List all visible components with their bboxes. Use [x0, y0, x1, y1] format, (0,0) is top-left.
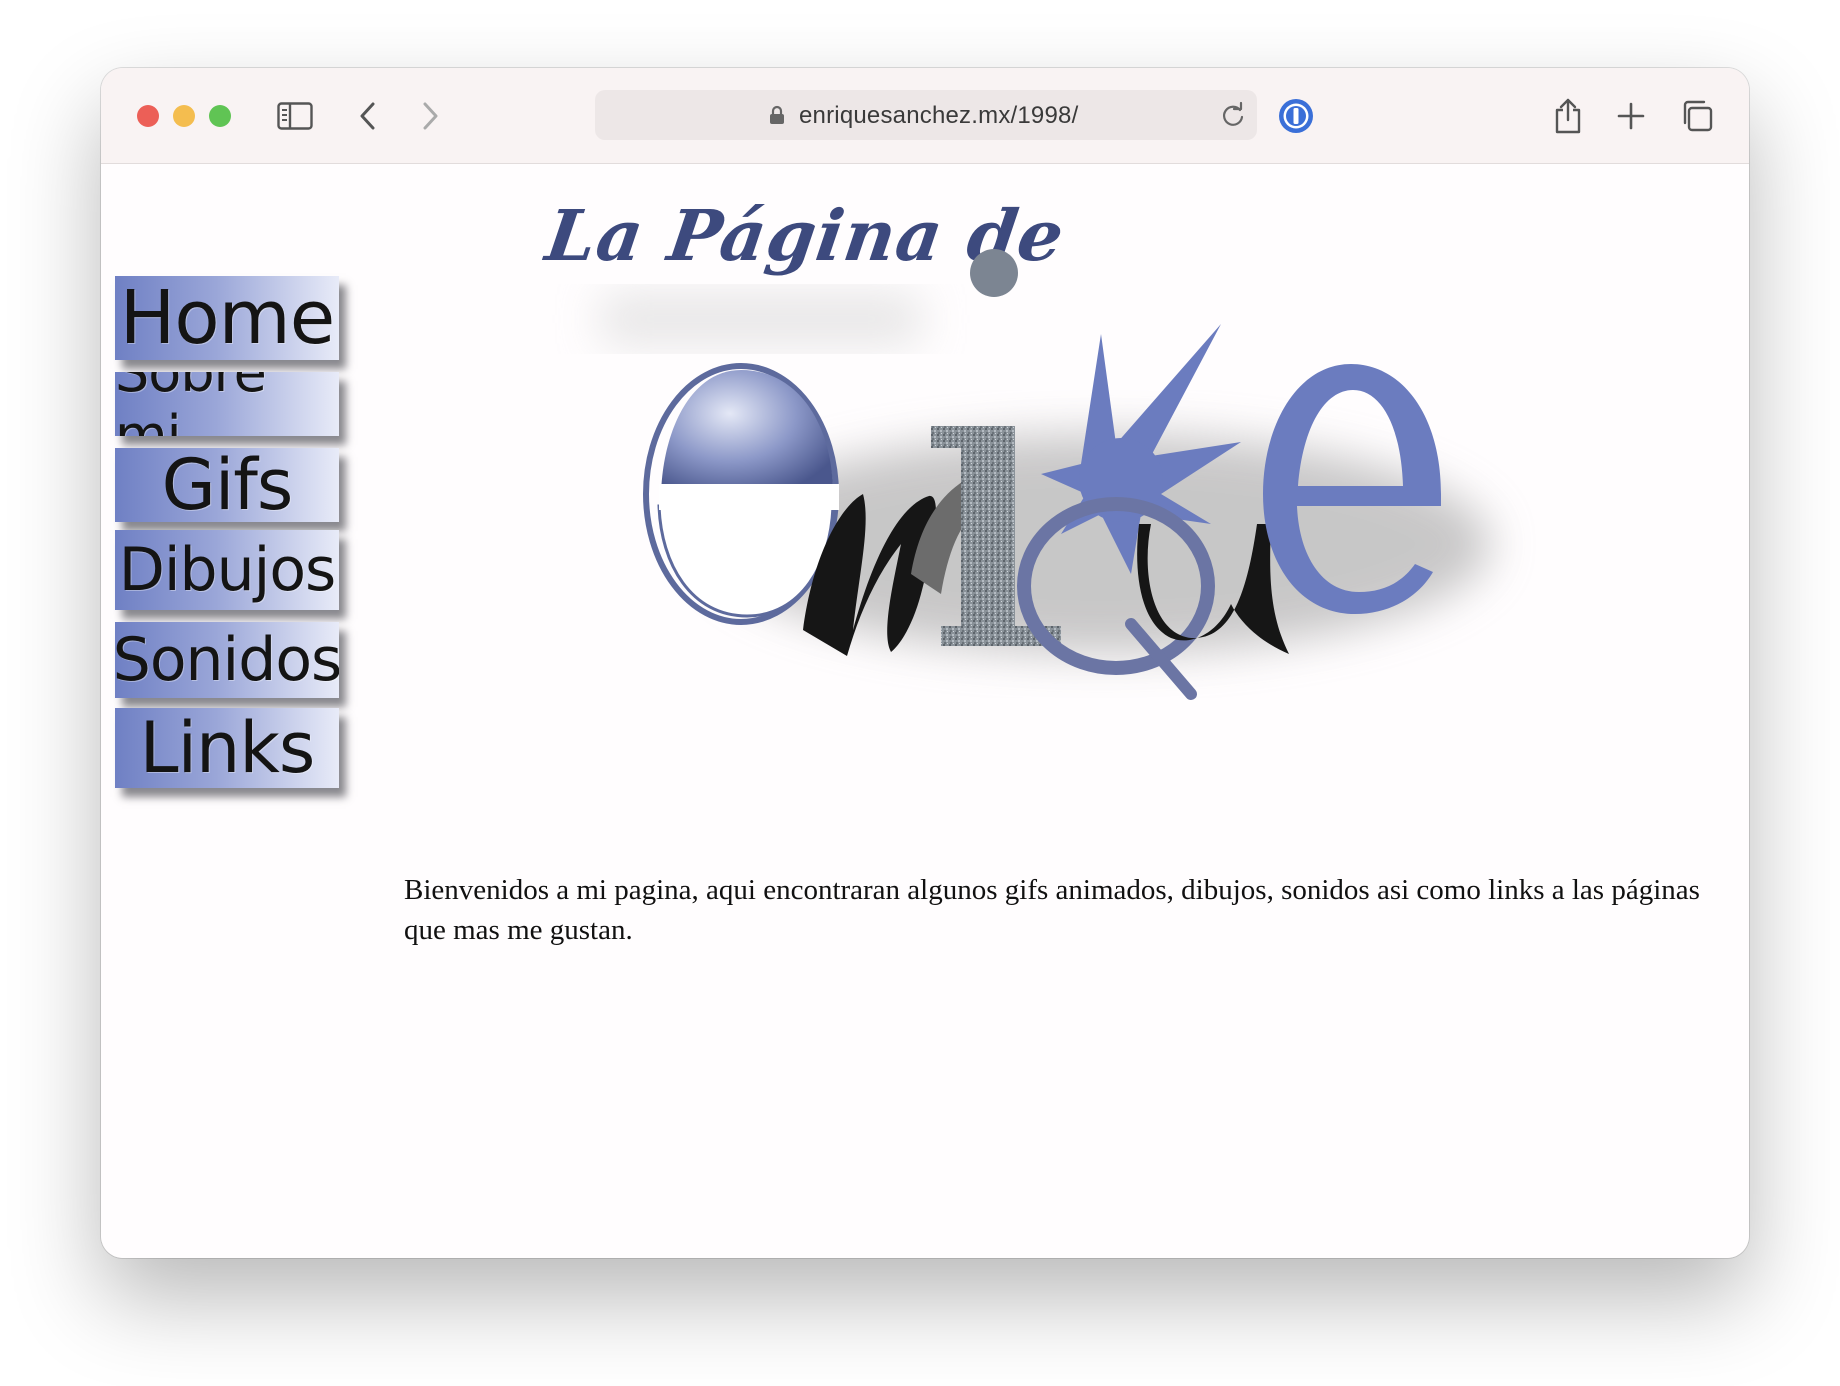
site-logo: La Página de	[541, 194, 1561, 714]
close-window-button[interactable]	[137, 105, 159, 127]
new-tab-button[interactable]	[1607, 92, 1655, 140]
nav-links-label: Links	[139, 708, 316, 788]
tab-overview-button[interactable]	[1673, 92, 1721, 140]
nav-dibujos-label: Dibujos	[118, 535, 337, 605]
sidebar-toggle-button[interactable]	[271, 92, 319, 140]
nav-sobre-mi-label: Sobre mi	[115, 372, 267, 436]
share-icon	[1555, 98, 1581, 134]
nav-gifs-label: Gifs	[161, 448, 294, 522]
browser-window: enriquesanchez.mx/1998/ Home Sobre mi Gi…	[101, 68, 1749, 1258]
reload-icon[interactable]	[1219, 101, 1247, 129]
forward-button[interactable]	[406, 92, 454, 140]
nav-sobre-mi-button[interactable]: Sobre mi	[115, 372, 339, 436]
page-content: Home Sobre mi Gifs Dibujos Sonidos Links…	[101, 164, 1749, 1258]
chevron-right-icon	[423, 102, 438, 130]
plus-icon	[1617, 102, 1645, 130]
password-manager-icon	[1279, 99, 1313, 133]
welcome-text: Bienvenidos a mi pagina, aqui encontrara…	[404, 874, 1700, 946]
password-manager-button[interactable]	[1272, 92, 1320, 140]
chevron-left-icon	[360, 102, 375, 130]
logo-graphic	[601, 249, 1491, 700]
address-bar[interactable]: enriquesanchez.mx/1998/	[595, 90, 1257, 140]
nav-gifs-button[interactable]: Gifs	[115, 448, 339, 522]
lock-icon	[770, 105, 784, 124]
nav-home-label: Home	[119, 276, 336, 360]
nav-dibujos-button[interactable]: Dibujos	[115, 530, 339, 610]
tabs-overview-icon	[1683, 100, 1713, 132]
zoom-window-button[interactable]	[209, 105, 231, 127]
url-text: enriquesanchez.mx/1998/	[799, 102, 1079, 129]
minimize-window-button[interactable]	[173, 105, 195, 127]
share-button[interactable]	[1544, 92, 1592, 140]
browser-toolbar: enriquesanchez.mx/1998/	[101, 68, 1749, 164]
nav-links-button[interactable]: Links	[115, 708, 339, 788]
sidebar-icon	[277, 102, 313, 130]
nav-sonidos-button[interactable]: Sonidos	[115, 622, 339, 698]
nav-sonidos-label: Sonidos	[115, 625, 339, 695]
back-button[interactable]	[344, 92, 392, 140]
nav-home-button[interactable]: Home	[115, 276, 339, 360]
